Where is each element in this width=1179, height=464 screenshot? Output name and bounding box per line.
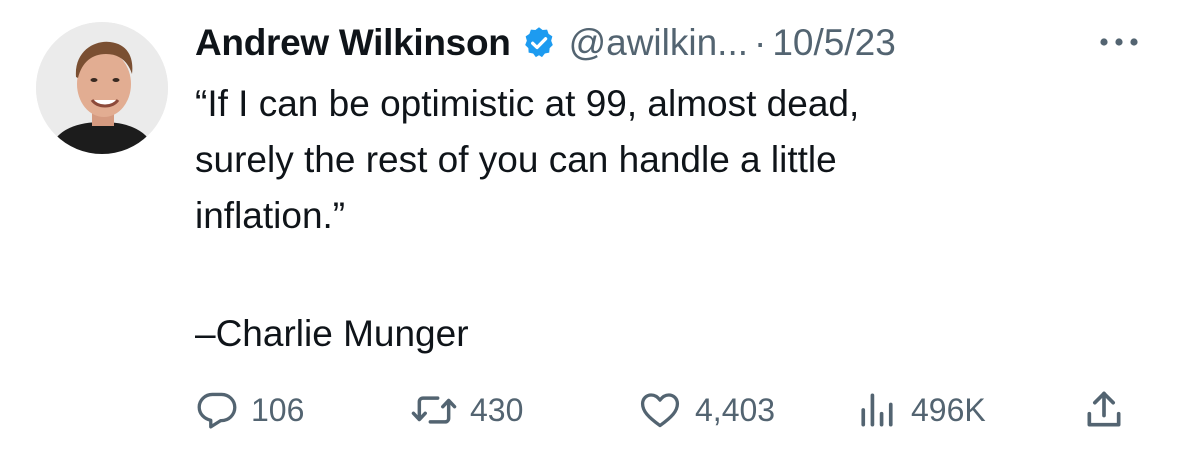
retweet-button[interactable]: 430 <box>410 382 523 438</box>
tweet-header: Andrew Wilkinson @awilkin... · 10/5/23 <box>195 18 896 68</box>
like-button[interactable]: 4,403 <box>637 382 775 438</box>
views-chart-icon <box>855 388 899 432</box>
tweet-attribution: –Charlie Munger <box>195 313 469 354</box>
author-name[interactable]: Andrew Wilkinson <box>195 22 511 64</box>
retweet-count: 430 <box>470 391 524 428</box>
heart-icon <box>637 388 683 432</box>
author-handle[interactable]: @awilkin... <box>569 22 748 64</box>
reply-icon <box>195 388 239 432</box>
share-icon <box>1082 388 1126 432</box>
tweet-text: “If I can be optimistic at 99, almost de… <box>195 83 860 236</box>
avatar[interactable] <box>36 22 168 154</box>
views-count: 496K <box>911 391 986 428</box>
retweet-icon <box>410 388 458 432</box>
more-dots-icon[interactable] <box>1094 30 1144 54</box>
action-bar: 106 430 4,403 496K <box>195 382 1155 438</box>
tweet[interactable]: Andrew Wilkinson @awilkin... · 10/5/23 “… <box>0 0 1179 464</box>
header-separator: · <box>754 22 767 63</box>
avatar-portrait <box>36 22 168 154</box>
reply-count: 106 <box>251 391 305 428</box>
verified-badge-icon <box>521 25 557 61</box>
views-button[interactable]: 496K <box>855 382 986 438</box>
tweet-date[interactable]: 10/5/23 <box>772 22 895 64</box>
share-button[interactable] <box>1082 382 1126 438</box>
reply-button[interactable]: 106 <box>195 382 304 438</box>
like-count: 4,403 <box>695 391 776 428</box>
